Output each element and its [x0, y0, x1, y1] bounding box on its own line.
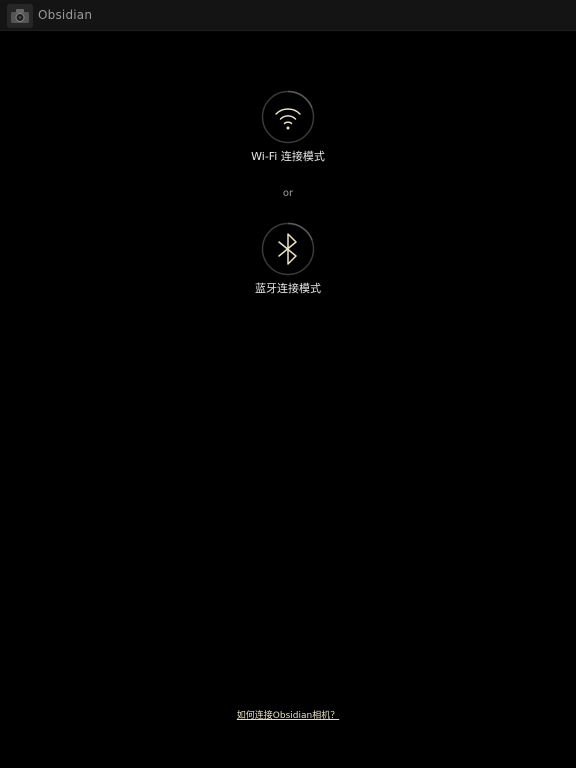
- title-bar: Obsidian: [0, 0, 576, 31]
- bluetooth-mode-button[interactable]: [261, 222, 315, 276]
- wifi-icon: [261, 90, 315, 144]
- app-title: Obsidian: [38, 8, 93, 22]
- wifi-mode-button[interactable]: [261, 90, 315, 144]
- wifi-mode-label[interactable]: Wi-Fi 连接模式: [188, 150, 388, 164]
- bluetooth-mode-label[interactable]: 蓝牙连接模式: [188, 282, 388, 296]
- camera-app-icon: [7, 4, 33, 28]
- bluetooth-icon: [261, 222, 315, 276]
- help-link[interactable]: 如何连接Obsidian相机？: [188, 711, 388, 722]
- app-window: Obsidian Wi-Fi 连接模式 or 蓝牙连接模式 如何连接Obsidi…: [0, 0, 576, 768]
- or-separator: or: [282, 188, 294, 199]
